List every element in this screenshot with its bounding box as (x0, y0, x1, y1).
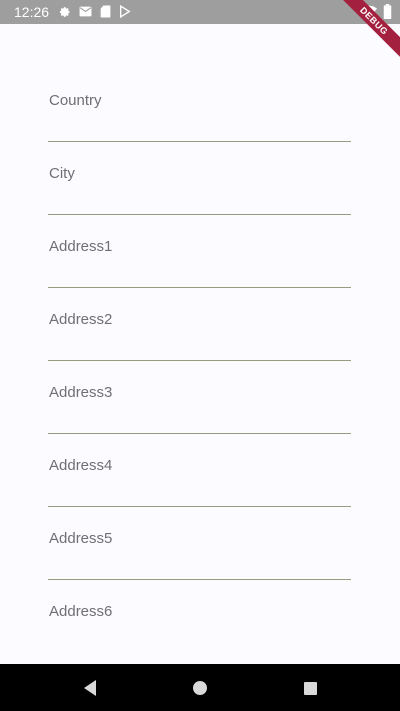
address2-field[interactable]: Address2 (48, 311, 351, 361)
country-underline (48, 141, 351, 142)
status-time: 12:26 (14, 4, 50, 20)
address6-label: Address6 (49, 603, 113, 620)
address1-label: Address1 (49, 238, 113, 255)
city-underline (48, 214, 351, 215)
address4-underline (48, 506, 351, 507)
navigation-bar (0, 664, 400, 711)
sd-card-icon (100, 5, 111, 18)
gear-icon (58, 5, 71, 18)
back-icon (84, 680, 96, 696)
address2-label: Address2 (49, 311, 113, 328)
address3-label: Address3 (49, 384, 113, 401)
address5-field[interactable]: Address5 (48, 530, 351, 580)
city-field[interactable]: City (48, 165, 351, 215)
address5-label: Address5 (49, 530, 113, 547)
country-label: Country (49, 92, 102, 109)
play-store-icon (119, 5, 131, 18)
address1-field[interactable]: Address1 (48, 238, 351, 288)
address2-underline (48, 360, 351, 361)
recents-icon (303, 681, 317, 695)
address5-underline (48, 579, 351, 580)
address4-label: Address4 (49, 457, 113, 474)
city-label: City (49, 165, 75, 182)
mail-icon (79, 6, 92, 17)
address3-field[interactable]: Address3 (48, 384, 351, 434)
status-icons-left (58, 5, 131, 18)
recents-button[interactable] (300, 678, 320, 698)
home-icon (193, 681, 207, 695)
address1-underline (48, 287, 351, 288)
home-button[interactable] (190, 678, 210, 698)
status-bar: 12:26 (0, 0, 400, 24)
country-field[interactable]: Country (48, 92, 351, 142)
address4-field[interactable]: Address4 (48, 457, 351, 507)
address6-field[interactable]: Address6 (48, 603, 351, 633)
address3-underline (48, 433, 351, 434)
back-button[interactable] (80, 678, 100, 698)
